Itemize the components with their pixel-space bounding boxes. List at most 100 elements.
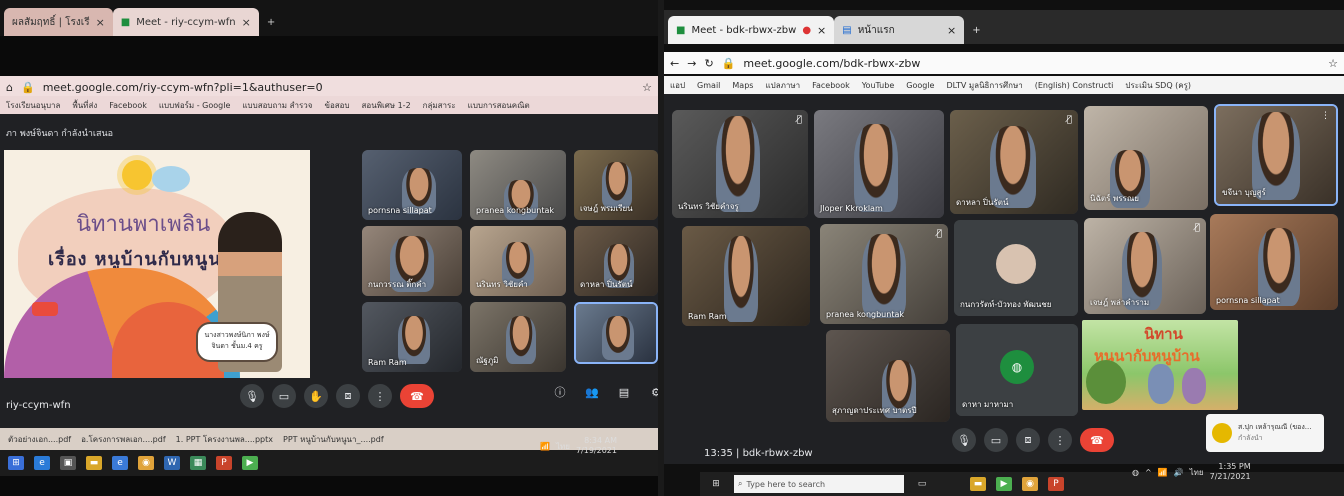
microphone-button[interactable]: 🎙 bbox=[952, 428, 976, 452]
explorer-icon[interactable]: ▬ bbox=[86, 456, 102, 470]
chevron-up-icon[interactable]: ^ bbox=[1145, 468, 1152, 477]
participant-tile[interactable]: นิฉัตร์ พรรณย bbox=[1084, 106, 1208, 210]
back-icon[interactable]: ← bbox=[670, 57, 679, 70]
network-icon[interactable]: 📶 bbox=[1158, 468, 1168, 477]
new-tab-button[interactable]: + bbox=[964, 16, 988, 44]
star-icon[interactable]: ☆ bbox=[1328, 57, 1338, 70]
powerpoint-icon[interactable]: P bbox=[216, 456, 232, 470]
participant-tile[interactable] bbox=[574, 302, 658, 364]
participant-tile[interactable]: pornsna sillapat bbox=[1210, 214, 1338, 310]
info-icon[interactable]: ⓘ bbox=[548, 380, 572, 404]
meet-app-icon[interactable]: ▶ bbox=[242, 456, 258, 470]
bookmark-item[interactable]: แอป bbox=[670, 79, 685, 92]
bookmark-item[interactable]: (English) Constructi bbox=[1035, 81, 1114, 90]
end-call-button[interactable]: ☎ bbox=[400, 384, 434, 408]
bookmark-item[interactable]: ประเมิน SDQ (ครู) bbox=[1125, 79, 1191, 92]
close-icon[interactable]: × bbox=[817, 24, 826, 37]
bookmark-item[interactable]: แบบฟอร์ม - Google bbox=[159, 99, 231, 112]
taskview-icon[interactable]: ▭ bbox=[914, 477, 930, 491]
bookmark-item[interactable]: กลุ่มสาระ bbox=[423, 99, 456, 112]
address-bar[interactable]: ⌂ 🔒 meet.google.com/riy-ccym-wfn?pli=1&a… bbox=[0, 76, 658, 98]
notification-popup[interactable]: ส.ปุก เหล้ารุณณี (ของ... กำลังนำ bbox=[1206, 414, 1324, 452]
people-icon[interactable]: ◍ bbox=[1132, 468, 1139, 477]
present-button[interactable]: ⧈ bbox=[336, 384, 360, 408]
participant-tile[interactable]: Ram Ram bbox=[682, 226, 810, 326]
forward-icon[interactable]: → bbox=[687, 57, 696, 70]
participant-tile[interactable]: ณัฐภูมิ bbox=[470, 302, 566, 372]
participant-tile[interactable]: 🎙̸ pranea kongbuntak bbox=[820, 224, 948, 324]
windows-start-icon[interactable]: ⊞ bbox=[708, 477, 724, 491]
star-icon[interactable]: ☆ bbox=[642, 81, 652, 94]
bookmark-item[interactable]: Gmail bbox=[697, 81, 720, 90]
bookmark-item[interactable]: พื้นที่ส่ง bbox=[72, 99, 97, 112]
close-icon[interactable]: × bbox=[96, 16, 105, 29]
home-icon[interactable]: ⌂ bbox=[6, 81, 13, 94]
participant-tile[interactable]: pornsna sillapat bbox=[362, 150, 462, 220]
participant-tile[interactable]: ⋮ ขจีนา บุญสูร์ bbox=[1214, 104, 1338, 206]
meet-app-icon[interactable]: ▶ bbox=[996, 477, 1012, 491]
participant-tile[interactable]: 🎙̸ ดาหลา ปิ่นรัตน์ bbox=[950, 110, 1078, 214]
close-icon[interactable]: × bbox=[947, 24, 956, 37]
participant-tile[interactable]: 🎙̸ เจษฎ์ พล่าคำราม bbox=[1084, 218, 1206, 314]
chrome-icon[interactable]: ◉ bbox=[1022, 477, 1038, 491]
network-icon[interactable]: 📶 bbox=[540, 442, 550, 451]
participant-tile[interactable]: pranea kongbuntak bbox=[470, 150, 566, 220]
download-item[interactable]: PPT หนูบ้านกับหนูนา_....pdf bbox=[283, 433, 384, 446]
tab-right-0[interactable]: ■ Meet - bdk-rbwx-zbw ● × bbox=[668, 16, 835, 44]
participant-tile[interactable]: ◍ ดาหา มาหามา bbox=[956, 324, 1078, 416]
close-icon[interactable]: × bbox=[242, 16, 251, 29]
bookmark-item[interactable]: โรงเรียนอนุบาล bbox=[6, 99, 60, 112]
people-icon[interactable]: 👥 bbox=[580, 380, 604, 404]
bookmark-item[interactable]: แบบสอบถาม สำรวจ bbox=[242, 99, 312, 112]
more-options-button[interactable]: ⋮ bbox=[368, 384, 392, 408]
participant-tile[interactable]: เจษฎ์ พรมเรียน bbox=[574, 150, 658, 220]
participant-tile[interactable]: Ram Ram bbox=[362, 302, 462, 372]
app-icon[interactable]: ▦ bbox=[190, 456, 206, 470]
language-indicator[interactable]: ไทย bbox=[556, 440, 570, 453]
participant-tile[interactable]: ดาหลา ปิ่นรัตน์ bbox=[574, 226, 658, 296]
bookmark-item[interactable]: Facebook bbox=[812, 81, 850, 90]
participant-tile[interactable]: Jloper Kkroklam bbox=[814, 110, 944, 218]
bookmark-item[interactable]: Facebook bbox=[109, 101, 147, 110]
tab-right-1[interactable]: ▤ หน้าแรก × bbox=[834, 16, 965, 44]
tab-left-0[interactable]: ผลสัมฤทธิ์ | โรงเรี × bbox=[4, 8, 113, 36]
participant-tile[interactable]: นรินทร วิชัยคำ bbox=[470, 226, 566, 296]
windows-start-icon[interactable]: ⊞ bbox=[8, 456, 24, 470]
participant-tile[interactable]: กนกวรัตท์-บัวทอง พัฒนชย bbox=[954, 220, 1078, 316]
camera-button[interactable]: ▭ bbox=[272, 384, 296, 408]
explorer-icon[interactable]: ▬ bbox=[970, 477, 986, 491]
chat-icon[interactable]: ▤ bbox=[612, 380, 636, 404]
volume-icon[interactable]: 🔊 bbox=[1174, 468, 1184, 477]
language-indicator[interactable]: ไทย bbox=[1190, 466, 1204, 479]
participant-tile[interactable]: กนกวรรณ ติ๊กคำ bbox=[362, 226, 462, 296]
address-bar[interactable]: ← → ↻ 🔒 meet.google.com/bdk-rbwx-zbw ☆ bbox=[664, 52, 1344, 74]
new-tab-button[interactable]: + bbox=[259, 8, 283, 36]
powerpoint-icon[interactable]: P bbox=[1048, 477, 1064, 491]
clock[interactable]: 8:34 AM 7/19/2021 bbox=[576, 436, 617, 456]
raise-hand-button[interactable]: ✋ bbox=[304, 384, 328, 408]
download-item[interactable]: อ.โครงการพลเอก....pdf bbox=[81, 433, 166, 446]
clock[interactable]: 1:35 PM 7/21/2021 bbox=[1210, 462, 1251, 482]
search-box[interactable]: ⌕ Type here to search bbox=[734, 475, 904, 493]
bookmark-item[interactable]: YouTube bbox=[862, 81, 895, 90]
microphone-button[interactable]: 🎙 bbox=[240, 384, 264, 408]
bookmark-item[interactable]: ข้อสอบ bbox=[324, 99, 349, 112]
bookmark-item[interactable]: Maps bbox=[732, 81, 753, 90]
end-call-button[interactable]: ☎ bbox=[1080, 428, 1114, 452]
taskview-icon[interactable]: ▣ bbox=[60, 456, 76, 470]
activities-icon[interactable]: ⚙ bbox=[644, 380, 658, 404]
tab-left-1[interactable]: ■ Meet - riy-ccym-wfn × bbox=[112, 8, 259, 36]
reload-icon[interactable]: ↻ bbox=[704, 57, 713, 70]
word-icon[interactable]: W bbox=[164, 456, 180, 470]
present-button[interactable]: ⧈ bbox=[1016, 428, 1040, 452]
download-item[interactable]: ตัวอย่างเอก....pdf bbox=[8, 433, 71, 446]
bookmark-item[interactable]: Google bbox=[906, 81, 934, 90]
bookmark-item[interactable]: แปลภาษา bbox=[765, 79, 800, 92]
bookmark-item[interactable]: DLTV มูลนิธิการศึกษา bbox=[946, 79, 1022, 92]
participant-tile[interactable]: 🎙̸ นรินทร วิชัยคำจรู bbox=[672, 110, 808, 218]
more-options-icon[interactable]: ⋮ bbox=[1321, 111, 1330, 121]
bookmark-item[interactable]: แบบการสอนคณิต bbox=[468, 99, 530, 112]
chrome-icon[interactable]: ◉ bbox=[138, 456, 154, 470]
more-options-button[interactable]: ⋮ bbox=[1048, 428, 1072, 452]
participant-tile[interactable]: สุภาญดาประเทศ บาตรปี bbox=[826, 330, 950, 422]
